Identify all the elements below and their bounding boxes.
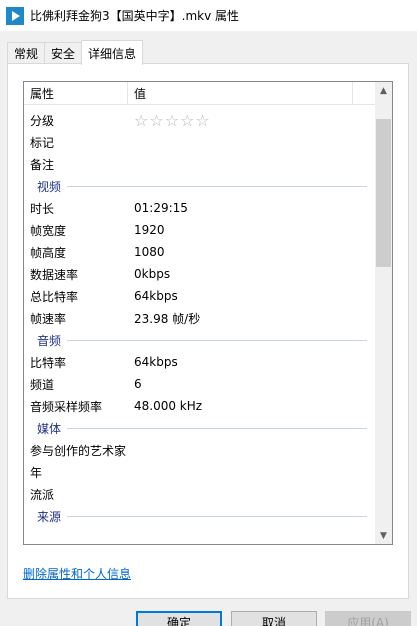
list-item[interactable]: 帧高度 1080 [24,241,375,263]
scroll-up-arrow-icon[interactable]: ▲ [375,82,392,99]
list-item[interactable]: 年 [24,461,375,483]
list-header: 属性 值 [24,82,375,105]
vertical-scrollbar[interactable]: ▲ ▼ [375,82,392,544]
tab-security[interactable]: 安全 [44,42,83,64]
group-label: 音频 [37,333,62,348]
group-divider [67,515,367,517]
group-header-video: 视频 [24,175,375,197]
group-divider [67,339,367,341]
column-header-value[interactable]: 值 [128,82,353,104]
list-item[interactable]: 数据速率 0kbps [24,263,375,285]
details-panel: 属性 值 分级 ☆☆☆☆☆ 标记 备注 视频 时长 01:29:15 帧宽度 1… [7,63,409,599]
property-name: 分级 [30,113,55,128]
property-name: 帧速率 [30,311,67,326]
list-item[interactable]: 帧宽度 1920 [24,219,375,241]
list-item-comments[interactable]: 备注 [24,153,375,175]
list-item[interactable]: 帧速率 23.98 帧/秒 [24,307,375,329]
rating-stars-icon[interactable]: ☆☆☆☆☆ [128,111,211,130]
property-name: 总比特率 [30,289,79,304]
window-title: 比佛利拜金狗3【国英中字】.mkv 属性 [30,9,240,23]
title-bar: 比佛利拜金狗3【国英中字】.mkv 属性 [0,0,417,31]
group-header-audio: 音频 [24,329,375,351]
property-name: 数据速率 [30,267,79,282]
cancel-button[interactable]: 取消 [231,611,317,626]
property-name: 标记 [30,135,55,150]
scroll-down-arrow-icon[interactable]: ▼ [375,527,392,544]
property-name: 音频采样频率 [30,399,103,414]
apply-button[interactable]: 应用(A) [325,611,411,626]
group-divider [67,185,367,187]
property-value: 64kbps [134,289,178,303]
property-value: 23.98 帧/秒 [134,311,201,326]
group-label: 视频 [37,179,62,194]
property-value: 64kbps [134,355,178,369]
list-item[interactable]: 参与创作的艺术家 [24,439,375,461]
group-label: 来源 [37,509,62,524]
property-name: 帧高度 [30,245,67,260]
list-item[interactable]: 流派 [24,483,375,505]
property-value: 6 [134,377,142,391]
list-rows: 分级 ☆☆☆☆☆ 标记 备注 视频 时长 01:29:15 帧宽度 1920 帧… [24,109,375,527]
group-header-origin: 来源 [24,505,375,527]
media-player-icon [6,6,24,25]
property-name: 备注 [30,157,55,172]
ok-button[interactable]: 确定 [136,611,222,626]
property-name: 频道 [30,377,55,392]
property-name: 参与创作的艺术家 [30,443,127,458]
list-item[interactable]: 音频采样频率 48.000 kHz [24,395,375,417]
group-header-media: 媒体 [24,417,375,439]
remove-properties-link[interactable]: 删除属性和个人信息 [23,565,131,582]
property-name: 年 [30,465,43,480]
property-name: 时长 [30,201,55,216]
tab-strip: 常规 安全 详细信息 [7,40,144,65]
scrollbar-thumb[interactable] [376,119,391,267]
property-value: 01:29:15 [134,201,188,215]
list-item[interactable]: 频道 6 [24,373,375,395]
list-item[interactable]: 总比特率 64kbps [24,285,375,307]
property-value: 1920 [134,223,165,237]
property-value: 1080 [134,245,165,259]
list-item-tags[interactable]: 标记 [24,131,375,153]
property-value: 0kbps [134,267,171,281]
group-divider [67,427,367,429]
list-item-rating[interactable]: 分级 ☆☆☆☆☆ [24,109,375,131]
properties-list[interactable]: 属性 值 分级 ☆☆☆☆☆ 标记 备注 视频 时长 01:29:15 帧宽度 1… [23,81,393,545]
column-header-property[interactable]: 属性 [24,82,128,104]
property-name: 流派 [30,487,55,502]
group-label: 媒体 [37,421,62,436]
list-item[interactable]: 比特率 64kbps [24,351,375,373]
property-name: 比特率 [30,355,67,370]
property-name: 帧宽度 [30,223,67,238]
tab-details[interactable]: 详细信息 [81,40,144,65]
list-item[interactable]: 时长 01:29:15 [24,197,375,219]
tab-general[interactable]: 常规 [7,42,46,64]
property-value: 48.000 kHz [134,399,203,413]
